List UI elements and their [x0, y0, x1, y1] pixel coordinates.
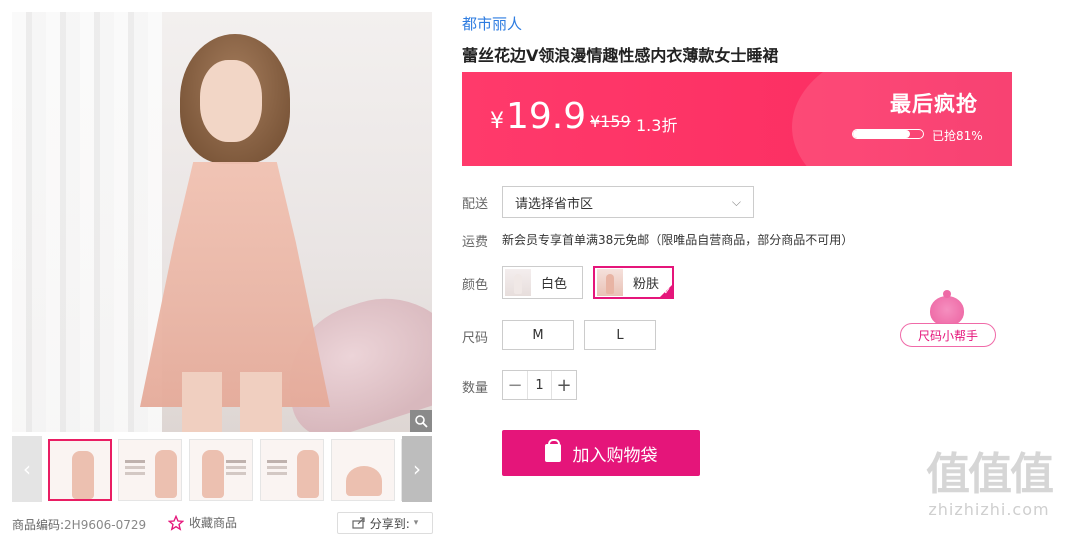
watermark: 值值值 zhizhizhi.com: [923, 449, 1055, 520]
product-title: 蕾丝花边V领浪漫情趣性感内衣薄款女士睡裙: [462, 46, 779, 65]
size-helper-label: 尺码小帮手: [900, 323, 996, 347]
chevron-left-icon: ‹: [23, 457, 31, 481]
add-to-bag-button[interactable]: 加入购物袋: [502, 430, 700, 476]
freight-label: 运费: [462, 235, 489, 250]
sku-code: 2H9606-0729: [64, 517, 147, 532]
brand-link[interactable]: 都市丽人: [462, 13, 522, 34]
quantity-input[interactable]: 1: [527, 371, 552, 399]
color-swatch: [505, 269, 531, 296]
shopping-bag-icon: [544, 439, 561, 462]
banner-decoration: [792, 72, 1012, 166]
quantity-label: 数量: [462, 381, 489, 396]
shipping-label: 配送: [462, 197, 489, 212]
color-option-label: 粉肤: [633, 277, 660, 292]
zoom-icon[interactable]: [410, 410, 432, 432]
share-label: 分享到:: [369, 516, 410, 531]
sold-progress-bar: [852, 129, 924, 139]
share-icon: [352, 517, 365, 529]
main-product-image[interactable]: [12, 12, 432, 432]
color-option-pink[interactable]: 粉肤 ✓: [593, 266, 674, 299]
thumbnail[interactable]: [48, 439, 112, 501]
current-price: ¥ 19.9: [490, 96, 586, 137]
chevron-right-icon: ›: [413, 457, 421, 481]
share-button[interactable]: 分享到: ▾: [337, 512, 433, 534]
thumbnail-strip: ‹ ›: [12, 436, 432, 502]
chevron-down-icon: ▾: [413, 518, 419, 528]
add-to-bag-label: 加入购物袋: [572, 445, 658, 466]
size-helper-button[interactable]: 尺码小帮手: [900, 290, 996, 352]
flash-sale-label: 最后疯抢: [890, 92, 978, 116]
favorite-button[interactable]: 收藏商品: [168, 514, 237, 531]
thumbnail[interactable]: [118, 439, 182, 501]
thumbnail[interactable]: [331, 439, 395, 501]
background-curtain: [12, 12, 162, 432]
size-label: 尺码: [462, 331, 489, 346]
checkmark-icon: ✓: [663, 287, 671, 297]
watermark-site: zhizhizhi.com: [928, 500, 1050, 519]
favorite-label: 收藏商品: [189, 516, 238, 530]
star-icon: [168, 514, 184, 531]
price-banner: ¥ 19.9 ¥159 1.3折 最后疯抢 已抢81%: [462, 72, 1012, 166]
size-option-m[interactable]: M: [502, 320, 574, 350]
color-option-white[interactable]: 白色: [502, 266, 583, 299]
shipping-region-select[interactable]: 请选择省市区 ⌵: [502, 186, 754, 218]
sold-progress-fill: [853, 130, 910, 138]
quantity-increase-button[interactable]: +: [552, 371, 576, 399]
chevron-down-icon: ⌵: [731, 195, 741, 209]
watermark-logo: 值值值: [926, 449, 1054, 500]
discount-label: 1.3折: [636, 116, 678, 135]
model-legs: [182, 372, 282, 432]
thumbnail[interactable]: [260, 439, 324, 501]
currency-symbol: ¥: [490, 109, 504, 134]
quantity-decrease-button[interactable]: −: [503, 371, 527, 399]
sku-label: 商品编码:: [12, 518, 65, 532]
color-label: 颜色: [462, 278, 489, 293]
thumb-next-button[interactable]: ›: [402, 436, 432, 502]
size-option-l[interactable]: L: [584, 320, 656, 350]
thumbnail[interactable]: [189, 439, 253, 501]
freight-text: 新会员专享首单满38元免邮（限唯品自营商品，部分商品不可用）: [502, 233, 854, 247]
mascot-icon: [930, 290, 964, 326]
price-value: 19.9: [506, 96, 587, 137]
color-swatch: [597, 269, 623, 296]
sold-percent-label: 已抢81%: [932, 129, 983, 143]
shipping-select-value: 请选择省市区: [515, 196, 594, 212]
sku-info: 商品编码: 2H9606-0729: [12, 516, 146, 533]
model-face: [200, 60, 262, 142]
thumb-prev-button[interactable]: ‹: [12, 436, 42, 502]
color-option-label: 白色: [541, 277, 568, 292]
quantity-stepper: − 1 +: [502, 370, 577, 400]
original-price: ¥159: [590, 112, 631, 131]
